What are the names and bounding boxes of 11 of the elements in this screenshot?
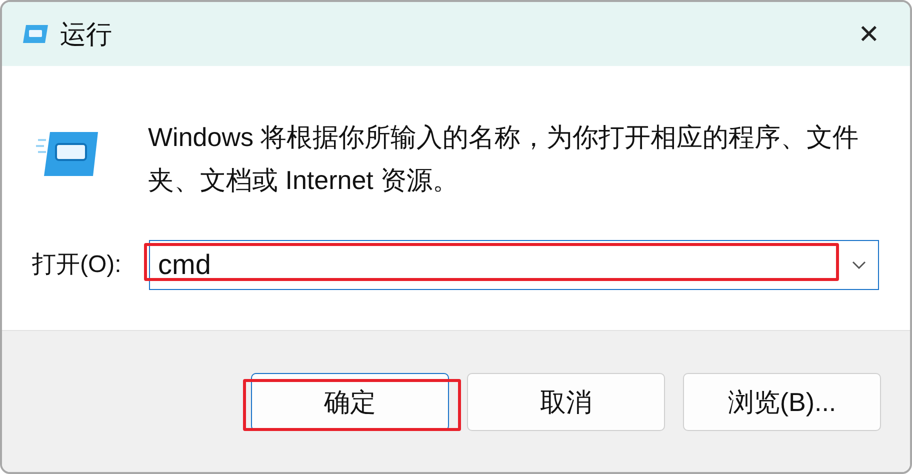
- dropdown-caret-icon[interactable]: [852, 261, 866, 269]
- dialog-button[interactable]: 确定: [251, 373, 449, 431]
- run-app-icon: [20, 23, 50, 45]
- open-label: 打开(O):: [32, 250, 122, 280]
- close-button[interactable]: ✕: [850, 14, 888, 54]
- dialog-button[interactable]: 浏览(B)...: [683, 373, 881, 431]
- dialog-button[interactable]: 取消: [467, 373, 665, 431]
- run-app-icon: [36, 130, 100, 178]
- window-title: 运行: [60, 18, 112, 50]
- description-text: Windows 将根据你所输入的名称，为你打开相应的程序、文件夹、文档或 Internet 资源。: [148, 121, 860, 197]
- command-input[interactable]: cmd: [150, 244, 852, 286]
